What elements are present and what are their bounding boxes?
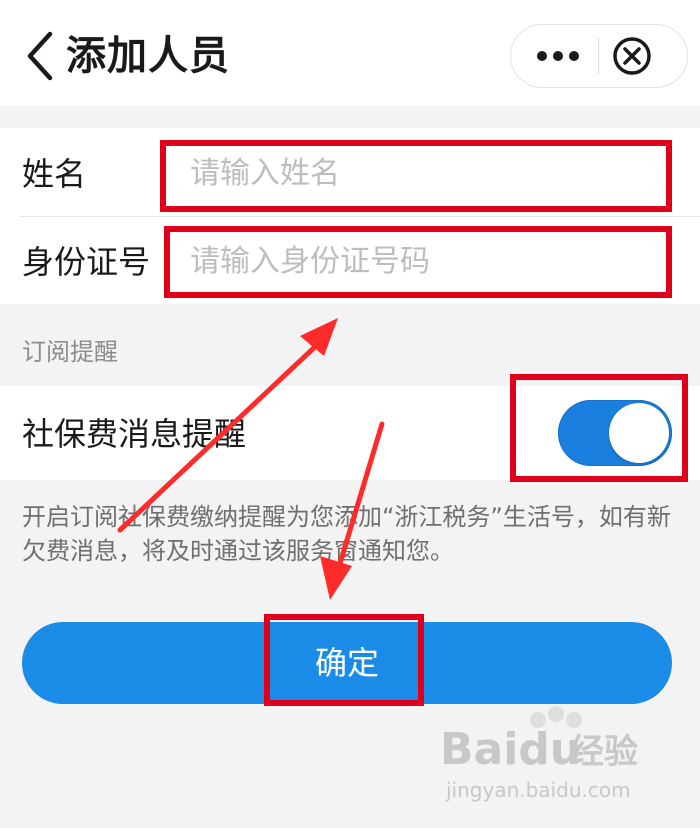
id-number-label: 身份证号 [22, 243, 151, 281]
page-title: 添加人员 [66, 33, 230, 79]
capsule-divider [598, 38, 599, 74]
chevron-left-icon[interactable] [20, 28, 60, 84]
more-dots-icon[interactable] [530, 40, 586, 72]
subscription-hint: 开启订阅社保费缴纳提醒为您添加“浙江税务”生活号，如有新欠费消息，将及时通过该服… [22, 503, 671, 565]
annotation-box-confirm [264, 614, 424, 706]
annotation-box-id [164, 226, 672, 298]
annotation-box-name [160, 140, 672, 212]
close-circle-icon[interactable] [612, 36, 652, 76]
section-title-subscription: 订阅提醒 [22, 338, 118, 366]
watermark-url: jingyan.baidu.com [446, 778, 631, 802]
row-divider [20, 216, 700, 217]
watermark-brand: Baidu [440, 724, 582, 775]
annotation-box-toggle [510, 374, 688, 482]
annotation-arrowhead-up [300, 318, 338, 356]
name-label: 姓名 [22, 155, 87, 193]
watermark-sub: 经验 [570, 732, 638, 772]
social-security-reminder-label: 社保费消息提醒 [22, 415, 247, 453]
